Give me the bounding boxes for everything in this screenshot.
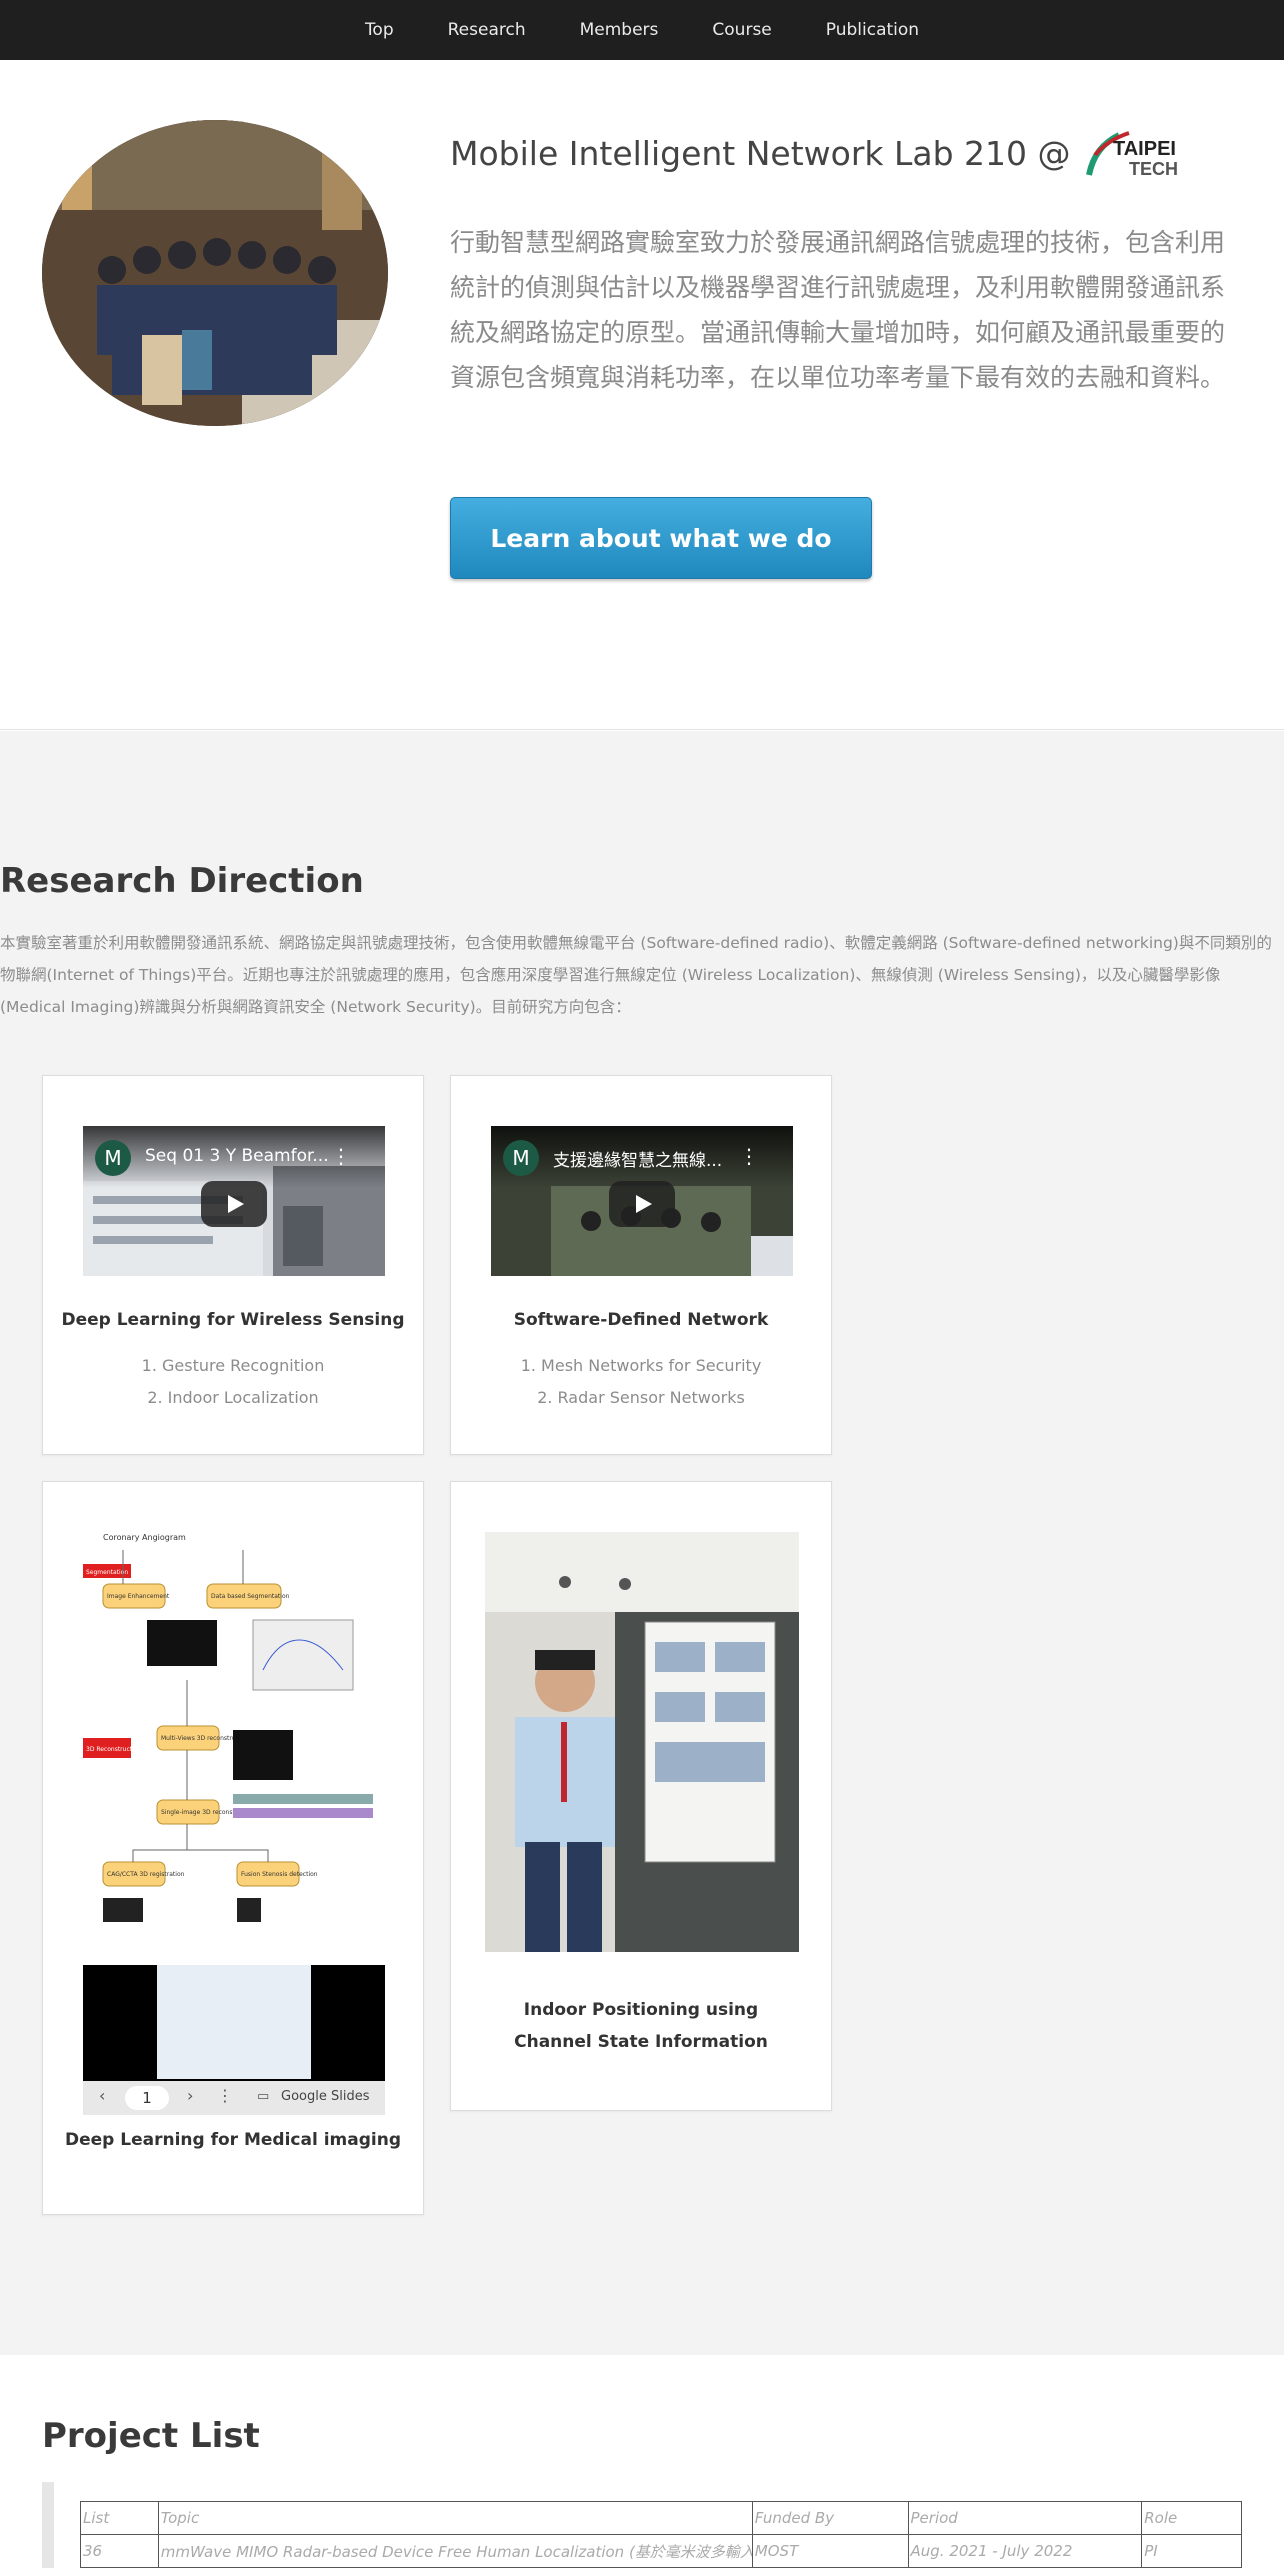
research-card-sdn: M 支援邊緣智慧之無線... ⋮ Software-Defined Networ… bbox=[450, 1075, 832, 1455]
svg-text:Coronary Angiogram: Coronary Angiogram bbox=[103, 1533, 186, 1542]
project-list-section: Project List List Topic Funded By Period… bbox=[0, 2356, 1284, 2568]
research-card-indoor-positioning: Indoor Positioning using Channel State I… bbox=[450, 1481, 832, 2111]
project-list-title: Project List bbox=[42, 2416, 260, 2456]
column-header: Role bbox=[1141, 2501, 1242, 2535]
card-title: Deep Learning for Wireless Sensing bbox=[61, 1310, 405, 1330]
table-cell: PI bbox=[1141, 2534, 1242, 2568]
next-slide-icon[interactable]: › bbox=[187, 2086, 193, 2105]
svg-text:Fusion Stenosis detection: Fusion Stenosis detection bbox=[241, 1871, 318, 1878]
column-header: List bbox=[80, 2501, 159, 2535]
list-item: 2. Radar Sensor Networks bbox=[537, 1388, 745, 1407]
channel-avatar[interactable]: M bbox=[503, 1140, 539, 1176]
nav-course[interactable]: Course bbox=[685, 0, 798, 60]
column-header: Funded By bbox=[751, 2501, 909, 2535]
play-icon[interactable] bbox=[201, 1181, 267, 1227]
slides-toolbar: ‹ 1 › ⋮ ▭ Google Slides bbox=[83, 2081, 385, 2115]
svg-text:TECH: TECH bbox=[1129, 159, 1177, 179]
research-card-wireless-sensing: M Seq 01 3 Y Beamfor... ⋮ Deep Learning … bbox=[42, 1075, 424, 1455]
card-topic-list: 1. Mesh Networks for Security 2. Radar S… bbox=[451, 1350, 831, 1414]
table-row: 36 mmWave MIMO Radar-based Device Free H… bbox=[80, 2534, 1242, 2568]
medical-imaging-diagram: Coronary Angiogram Segmentation Image En… bbox=[83, 1530, 385, 1930]
channel-avatar[interactable]: M bbox=[95, 1140, 131, 1176]
table-cell: 36 bbox=[80, 2534, 159, 2568]
google-slides-embed[interactable]: ‹ 1 › ⋮ ▭ Google Slides bbox=[83, 1965, 385, 2115]
top-nav: Top Research Members Course Publication bbox=[0, 0, 1284, 60]
card-title: Indoor Positioning using Channel State I… bbox=[514, 2000, 768, 2052]
research-description: 本實驗室著重於利用軟體開發通訊系統、網路協定與訊號處理技術，包含使用軟體無線電平… bbox=[0, 934, 1272, 1016]
card-title: Software-Defined Network bbox=[513, 1310, 769, 1330]
slide-number: 1 bbox=[125, 2086, 169, 2110]
nav-members[interactable]: Members bbox=[553, 0, 686, 60]
project-table: List Topic Funded By Period Role 36 mmWa… bbox=[80, 2501, 1242, 2568]
research-section: Research Direction 本實驗室著重於利用軟體開發通訊系統、網路協… bbox=[0, 731, 1284, 2355]
poster-photo bbox=[485, 1532, 799, 1952]
nav-research[interactable]: Research bbox=[421, 0, 553, 60]
slides-icon: ▭ bbox=[257, 2089, 270, 2104]
card-topic-list: 1. Gesture Recognition 2. Indoor Localiz… bbox=[43, 1350, 423, 1414]
column-header: Topic bbox=[157, 2501, 753, 2535]
research-title: Research Direction bbox=[0, 861, 364, 901]
list-item: 2. Indoor Localization bbox=[147, 1388, 319, 1407]
page-title: Mobile Intelligent Network Lab 210 @ bbox=[450, 133, 1071, 173]
blockquote-bar bbox=[42, 2482, 54, 2568]
more-vert-icon[interactable]: ⋮ bbox=[331, 1144, 351, 1168]
svg-text:TAIPEI: TAIPEI bbox=[1113, 138, 1176, 160]
more-vert-icon[interactable]: ⋮ bbox=[217, 2086, 233, 2105]
more-vert-icon[interactable]: ⋮ bbox=[739, 1144, 759, 1168]
research-card-medical-imaging: Coronary Angiogram Segmentation Image En… bbox=[42, 1481, 424, 2215]
google-slides-label[interactable]: Google Slides bbox=[281, 2089, 369, 2104]
hero-title-row: Mobile Intelligent Network Lab 210 @ TAI… bbox=[450, 120, 1177, 186]
svg-text:Image Enhancement: Image Enhancement bbox=[107, 1593, 170, 1600]
lab-group-photo bbox=[42, 120, 388, 426]
prev-slide-icon[interactable]: ‹ bbox=[99, 2086, 105, 2105]
hero-description: 行動智慧型網路實驗室致力於發展通訊網路信號處理的技術，包含利用統計的偵測與估計以… bbox=[450, 228, 1226, 392]
svg-text:CAG/CCTA 3D registration: CAG/CCTA 3D registration bbox=[107, 1871, 185, 1878]
list-item: 1. Gesture Recognition bbox=[141, 1356, 325, 1375]
table-cell: Aug. 2021 - July 2022 bbox=[907, 2534, 1143, 2568]
video-embed[interactable]: M Seq 01 3 Y Beamfor... ⋮ bbox=[83, 1126, 385, 1276]
card-title: Deep Learning for Medical imaging bbox=[65, 2130, 401, 2150]
table-cell: mmWave MIMO Radar-based Device Free Huma… bbox=[157, 2534, 753, 2568]
nav-top[interactable]: Top bbox=[338, 0, 421, 60]
svg-text:Segmentation: Segmentation bbox=[86, 1569, 128, 1576]
column-header: Period bbox=[907, 2501, 1143, 2535]
play-icon[interactable] bbox=[609, 1181, 675, 1227]
table-cell: MOST bbox=[751, 2534, 909, 2568]
svg-text:3D Reconstruction: 3D Reconstruction bbox=[86, 1746, 141, 1753]
list-item: 1. Mesh Networks for Security bbox=[520, 1356, 762, 1375]
nav-publication[interactable]: Publication bbox=[799, 0, 946, 60]
hero-section: Mobile Intelligent Network Lab 210 @ TAI… bbox=[0, 60, 1284, 730]
slide-page bbox=[157, 1965, 311, 2079]
video-embed[interactable]: M 支援邊緣智慧之無線... ⋮ bbox=[491, 1126, 793, 1276]
learn-more-button[interactable]: Learn about what we do bbox=[450, 497, 872, 579]
taipei-tech-logo[interactable]: TAIPEI TECH bbox=[1085, 125, 1177, 181]
table-header-row: List Topic Funded By Period Role bbox=[80, 2501, 1242, 2535]
svg-text:Data based Segmentation: Data based Segmentation bbox=[211, 1593, 290, 1600]
